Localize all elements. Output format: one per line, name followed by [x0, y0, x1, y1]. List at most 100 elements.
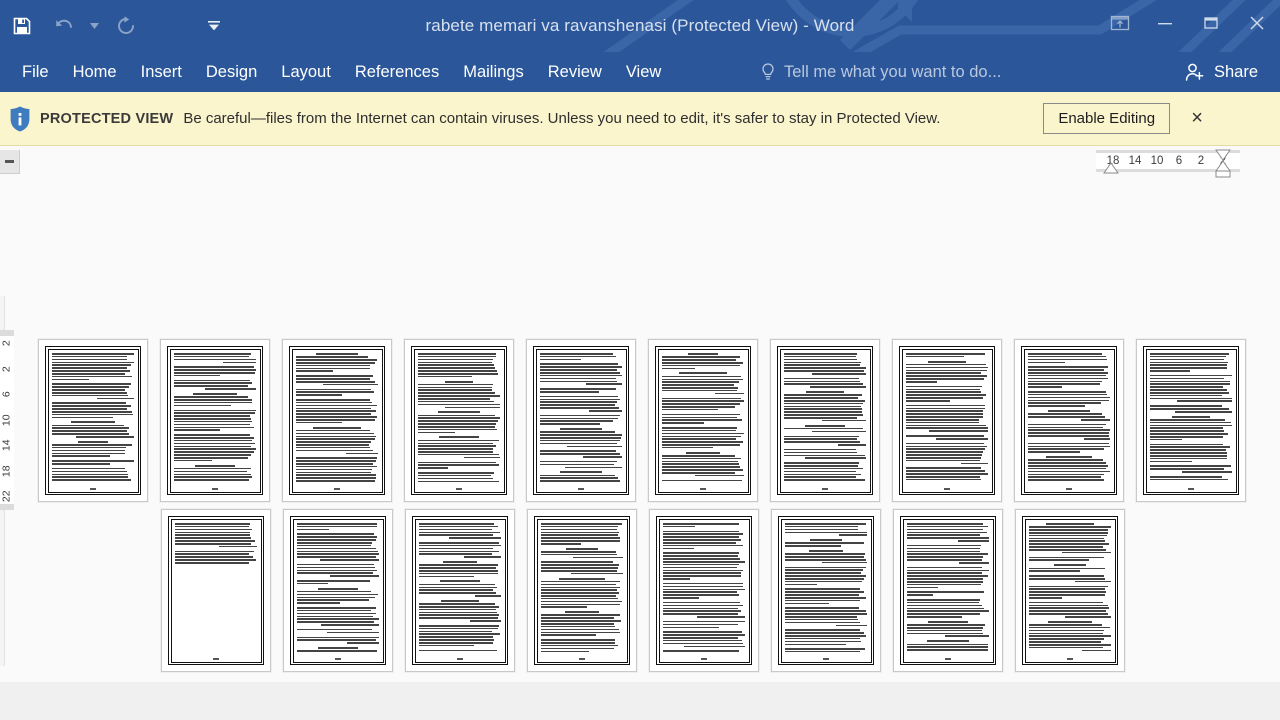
tab-file[interactable]: File — [10, 52, 61, 92]
page-number-mark — [46, 488, 140, 490]
ribbon-display-options-button[interactable] — [1098, 0, 1142, 46]
left-indent-marker[interactable] — [1102, 162, 1120, 176]
ruler-tick: 2 — [0, 365, 13, 372]
ruler-tick: 10 — [0, 414, 13, 426]
page-thumbnail[interactable] — [1015, 509, 1125, 672]
redo-button[interactable] — [106, 6, 146, 46]
horizontal-ruler[interactable]: 18 14 10 6 2 2 — [1096, 149, 1240, 178]
page-thumbnail[interactable] — [282, 339, 392, 502]
protected-view-bar: PROTECTED VIEW Be careful—files from the… — [0, 92, 1280, 146]
canvas-lower-background — [0, 682, 1280, 720]
tab-design[interactable]: Design — [194, 52, 269, 92]
page-text-content — [1029, 523, 1111, 652]
save-button[interactable] — [2, 6, 42, 46]
page-number-mark — [535, 658, 629, 660]
ruler-tick: 2 — [1197, 155, 1205, 167]
page-thumbnail[interactable] — [1014, 339, 1124, 502]
page-border — [900, 516, 996, 665]
page-number-mark — [412, 488, 506, 490]
ruler-tick: 14 — [0, 439, 13, 452]
page-thumbnail[interactable] — [771, 509, 881, 672]
page-text-content — [174, 353, 256, 482]
page-thumbnail[interactable] — [283, 509, 393, 672]
undo-dropdown-button[interactable] — [84, 6, 104, 46]
page-border — [411, 346, 507, 495]
quick-access-toolbar — [0, 0, 224, 52]
page-border — [655, 346, 751, 495]
info-shield-icon — [0, 105, 40, 133]
chevron-down-icon — [89, 23, 99, 29]
minimize-icon — [1158, 23, 1172, 25]
vertical-ruler[interactable]: 2 2 6 10 14 18 22 — [0, 330, 14, 510]
page-text-content — [541, 523, 623, 652]
page-number-mark — [779, 658, 873, 660]
tell-me-placeholder: Tell me what you want to do... — [784, 62, 1002, 81]
page-thumbnail[interactable] — [1136, 339, 1246, 502]
page-thumbnail[interactable] — [405, 509, 515, 672]
page-row-1 — [38, 339, 1246, 502]
ruler-tick: 14 — [1128, 155, 1142, 167]
minimize-button[interactable] — [1142, 0, 1188, 46]
page-border — [290, 516, 386, 665]
page-thumbnails — [0, 146, 1280, 720]
page-text-content — [906, 353, 988, 482]
restore-button[interactable] — [1188, 0, 1234, 46]
close-button[interactable] — [1234, 0, 1280, 46]
page-number-mark — [291, 658, 385, 660]
page-number-mark — [901, 658, 995, 660]
tab-stop-selector[interactable] — [0, 150, 20, 174]
share-button[interactable]: Share — [1178, 56, 1264, 88]
tab-insert[interactable]: Insert — [129, 52, 194, 92]
undo-button[interactable] — [44, 6, 84, 46]
page-thumbnail[interactable] — [38, 339, 148, 502]
close-protected-view-bar-button[interactable]: × — [1180, 102, 1214, 136]
page-row-2 — [161, 509, 1125, 672]
page-thumbnail[interactable] — [649, 509, 759, 672]
page-border — [167, 346, 263, 495]
save-icon — [13, 17, 31, 35]
page-thumbnail[interactable] — [161, 509, 271, 672]
page-text-content — [662, 353, 744, 482]
tab-layout[interactable]: Layout — [269, 52, 343, 92]
close-icon — [1250, 16, 1264, 30]
page-number-mark — [1023, 658, 1117, 660]
page-border — [289, 346, 385, 495]
protected-view-label: PROTECTED VIEW — [40, 110, 174, 127]
right-indent-marker[interactable] — [1214, 148, 1232, 178]
page-thumbnail[interactable] — [893, 509, 1003, 672]
page-thumbnail[interactable] — [404, 339, 514, 502]
vertical-ruler-scale: 2 2 6 10 14 18 22 — [0, 336, 14, 504]
page-thumbnail[interactable] — [892, 339, 1002, 502]
title-bar: rabete memari va ravanshenasi (Protected… — [0, 0, 1280, 52]
page-border — [1143, 346, 1239, 495]
customize-quick-access-toolbar-button[interactable] — [204, 6, 224, 46]
lightbulb-icon — [762, 63, 774, 80]
tab-references[interactable]: References — [343, 52, 451, 92]
ruler-tick: 10 — [1150, 155, 1164, 167]
document-canvas[interactable] — [0, 146, 1280, 720]
page-text-content — [784, 353, 866, 482]
page-number-mark — [900, 488, 994, 490]
page-thumbnail[interactable] — [770, 339, 880, 502]
tab-view[interactable]: View — [614, 52, 673, 92]
page-thumbnail[interactable] — [526, 339, 636, 502]
page-border — [412, 516, 508, 665]
page-number-mark — [168, 488, 262, 490]
page-text-content — [419, 523, 501, 652]
tab-review[interactable]: Review — [536, 52, 614, 92]
page-border — [533, 346, 629, 495]
page-thumbnail[interactable] — [527, 509, 637, 672]
ruler-tick: 6 — [1175, 155, 1183, 167]
ruler-tick: 2 — [0, 340, 13, 347]
page-number-mark — [657, 658, 751, 660]
enable-editing-button[interactable]: Enable Editing — [1043, 103, 1171, 134]
tab-home[interactable]: Home — [61, 52, 129, 92]
share-label: Share — [1213, 62, 1258, 81]
page-text-content — [1150, 353, 1232, 482]
chevron-down-icon — [208, 21, 220, 31]
tell-me-search[interactable]: Tell me what you want to do... — [760, 52, 1001, 92]
page-thumbnail[interactable] — [160, 339, 270, 502]
ribbon-display-options-icon — [1110, 15, 1130, 31]
tab-mailings[interactable]: Mailings — [451, 52, 536, 92]
page-thumbnail[interactable] — [648, 339, 758, 502]
